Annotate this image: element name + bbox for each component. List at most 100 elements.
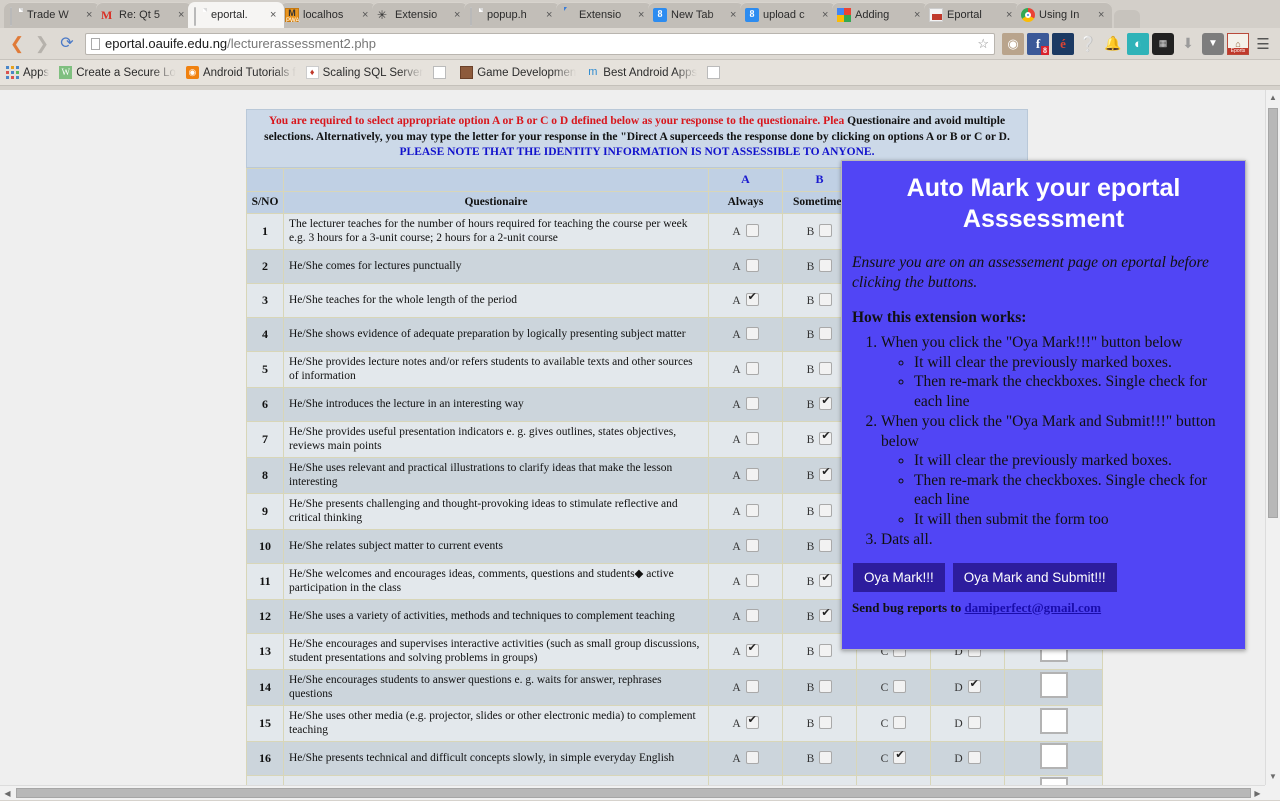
instagram-icon[interactable]: ◉	[1002, 32, 1024, 55]
option-checkbox-d[interactable]	[967, 678, 981, 693]
help-balloon-icon[interactable]: ❔	[1077, 33, 1099, 55]
tab-close-icon[interactable]: ×	[914, 9, 923, 21]
forward-icon[interactable]: ❯	[31, 35, 53, 52]
tab-close-icon[interactable]: ×	[1098, 9, 1107, 21]
tab-close-icon[interactable]: ×	[86, 9, 95, 21]
bookmark-item[interactable]	[433, 66, 450, 79]
option-checkbox-b[interactable]	[819, 224, 833, 237]
tab-close-icon[interactable]: ×	[822, 9, 831, 21]
bookmark-item[interactable]: ♦ Scaling SQL Server	[305, 66, 423, 79]
scroll-up-arrow-icon[interactable]: ▲	[1266, 90, 1280, 106]
option-checkbox-b[interactable]	[819, 466, 833, 481]
option-checkbox-a[interactable]	[745, 714, 759, 729]
option-checkbox-a[interactable]	[745, 327, 759, 340]
bookmark-item[interactable]: Game Developmen	[460, 66, 576, 79]
tab-close-icon[interactable]: ×	[730, 9, 739, 21]
option-checkbox-c[interactable]	[893, 749, 907, 764]
reload-icon[interactable]: ⟳	[56, 35, 78, 52]
tab-close-icon[interactable]: ×	[178, 9, 187, 21]
page-info-icon[interactable]	[91, 37, 100, 50]
browser-tab-active[interactable]: eportal. ×	[188, 2, 284, 28]
option-checkbox-a[interactable]	[745, 468, 759, 481]
notification-bell-icon[interactable]: 🔔	[1102, 33, 1124, 55]
direct-answer-input[interactable]	[1039, 707, 1068, 734]
browser-tab[interactable]: 8 New Tab ×	[648, 2, 744, 28]
option-checkbox-a[interactable]	[745, 609, 759, 622]
option-checkbox-a[interactable]	[745, 397, 759, 410]
eports-extension-icon[interactable]: ⌂ Eports	[1227, 32, 1249, 55]
browser-tab[interactable]: Using In ×	[1016, 2, 1112, 28]
option-checkbox-b[interactable]	[819, 572, 833, 587]
bookmark-apps[interactable]: Apps	[6, 66, 49, 79]
address-bar[interactable]: eportal.oauife.edu.ng/lecturerassessment…	[85, 32, 995, 55]
option-checkbox-b[interactable]	[819, 680, 833, 693]
option-checkbox-b[interactable]	[819, 327, 833, 340]
bookmark-item[interactable]: ◉ Android Tutorials f	[185, 66, 296, 79]
option-checkbox-a[interactable]	[745, 432, 759, 445]
page-horizontal-scrollbar[interactable]: ◀ ▶	[0, 785, 1265, 800]
browser-tab[interactable]: Adding ×	[832, 2, 928, 28]
oya-mark-and-submit-button[interactable]: Oya Mark and Submit!!!	[952, 562, 1117, 592]
browser-tab[interactable]: popup.h ×	[464, 2, 560, 28]
tab-close-icon[interactable]: ×	[454, 9, 463, 21]
option-checkbox-c[interactable]	[893, 680, 907, 693]
bookmark-item[interactable]: m Best Android Apps	[586, 66, 697, 79]
option-checkbox-a[interactable]	[745, 504, 759, 517]
vertical-scroll-thumb[interactable]	[1268, 108, 1278, 518]
browser-tab[interactable]: Extensio ×	[556, 2, 652, 28]
direct-answer-input[interactable]	[1039, 671, 1068, 698]
option-checkbox-a[interactable]	[745, 362, 759, 375]
option-checkbox-b[interactable]	[819, 751, 833, 764]
option-checkbox-b[interactable]	[819, 293, 833, 306]
pocket-icon[interactable]: ▼	[1202, 32, 1224, 55]
option-checkbox-a[interactable]	[745, 291, 759, 306]
option-checkbox-a[interactable]	[745, 539, 759, 552]
option-checkbox-b[interactable]	[819, 539, 833, 552]
tab-close-icon[interactable]: ×	[546, 9, 555, 21]
option-checkbox-b[interactable]	[819, 362, 833, 375]
option-checkbox-b[interactable]	[819, 607, 833, 622]
option-checkbox-a[interactable]	[745, 574, 759, 587]
scroll-down-arrow-icon[interactable]: ▼	[1266, 769, 1280, 785]
bookmark-star-icon[interactable]: ☆	[977, 36, 989, 52]
option-checkbox-a[interactable]	[745, 224, 759, 237]
option-checkbox-b[interactable]	[819, 644, 833, 657]
new-tab-button[interactable]	[1114, 10, 1140, 28]
bookmark-item[interactable]: W Create a Secure Lo	[59, 66, 176, 79]
option-checkbox-c[interactable]	[893, 716, 907, 729]
option-checkbox-b[interactable]	[819, 430, 833, 445]
option-checkbox-b[interactable]	[819, 259, 833, 272]
browser-tab[interactable]: Trade W ×	[4, 2, 100, 28]
browser-tab[interactable]: ✳ Extensio ×	[372, 2, 468, 28]
option-checkbox-d[interactable]	[967, 716, 981, 729]
browser-tab[interactable]: 8 upload c ×	[740, 2, 836, 28]
direct-answer-input[interactable]	[1039, 776, 1068, 785]
bookmark-item[interactable]	[707, 66, 724, 79]
evernote-icon[interactable]: é	[1052, 32, 1074, 55]
tab-close-icon[interactable]: ×	[638, 9, 647, 21]
back-icon[interactable]: ❮	[6, 35, 28, 52]
download-icon[interactable]: ⬇	[1177, 33, 1199, 55]
facebook-icon[interactable]: f8	[1027, 32, 1049, 55]
option-checkbox-a[interactable]	[745, 642, 759, 657]
scroll-left-arrow-icon[interactable]: ◀	[0, 786, 15, 800]
direct-answer-input[interactable]	[1039, 742, 1068, 769]
oya-mark-button[interactable]: Oya Mark!!!	[853, 562, 945, 592]
option-checkbox-a[interactable]	[745, 680, 759, 693]
option-checkbox-b[interactable]	[819, 395, 833, 410]
bug-report-email-link[interactable]: damiperfect@gmail.com	[964, 600, 1101, 615]
tab-close-icon[interactable]: ×	[1006, 9, 1015, 21]
browser-tab[interactable]: Eportal ×	[924, 2, 1020, 28]
option-checkbox-b[interactable]	[819, 504, 833, 517]
tab-close-icon[interactable]: ×	[270, 9, 279, 21]
tab-close-icon[interactable]: ×	[362, 9, 371, 21]
option-checkbox-a[interactable]	[745, 259, 759, 272]
chrome-menu-icon[interactable]: ☰	[1252, 35, 1274, 53]
page-vertical-scrollbar[interactable]: ▲ ▼	[1265, 90, 1280, 785]
blackberry-icon[interactable]: ▦	[1152, 32, 1174, 55]
option-checkbox-a[interactable]	[745, 751, 759, 764]
wave-icon[interactable]: ◐	[1127, 32, 1149, 55]
browser-tab[interactable]: M PWA localhos ×	[280, 2, 376, 28]
option-checkbox-b[interactable]	[819, 716, 833, 729]
option-checkbox-d[interactable]	[967, 751, 981, 764]
